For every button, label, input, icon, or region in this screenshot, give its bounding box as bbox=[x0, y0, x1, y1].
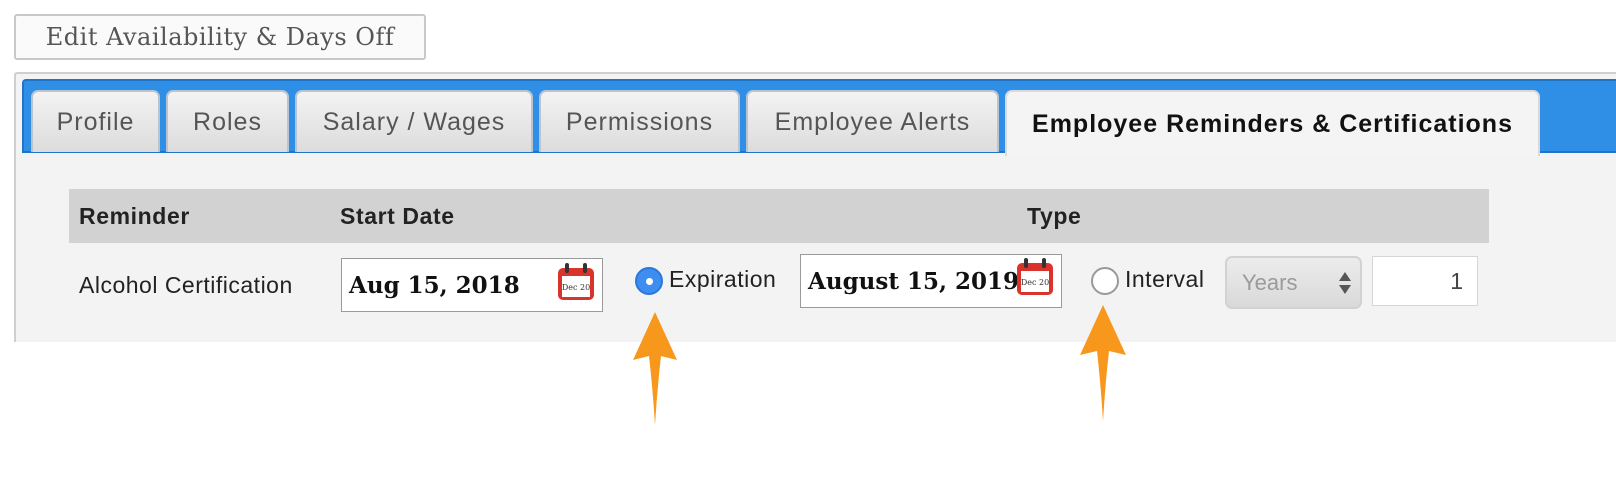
table-header: Reminder Start Date Type bbox=[69, 189, 1489, 243]
calendar-icon[interactable]: Dec 20 bbox=[1015, 257, 1055, 297]
start-date-value: Aug 15, 2018 bbox=[349, 271, 520, 299]
tab-roles[interactable]: Roles bbox=[166, 90, 289, 152]
calendar-icon[interactable]: Dec 20 bbox=[556, 262, 596, 302]
tab-salary-wages[interactable]: Salary / Wages bbox=[295, 90, 533, 152]
column-header-type: Type bbox=[1027, 203, 1082, 229]
expiration-date-value: August 15, 2019 bbox=[808, 267, 1019, 295]
column-header-reminder: Reminder bbox=[79, 203, 190, 229]
calendar-icon-label: Dec 20 bbox=[1021, 278, 1049, 287]
interval-value: 1 bbox=[1450, 267, 1463, 294]
tab-employee-reminders-certifications[interactable]: Employee Reminders & Certifications bbox=[1005, 90, 1540, 156]
select-arrows-icon bbox=[1339, 272, 1351, 294]
tab-employee-alerts[interactable]: Employee Alerts bbox=[746, 90, 999, 152]
column-header-start-date: Start Date bbox=[340, 203, 455, 229]
expiration-label[interactable]: Expiration bbox=[669, 266, 776, 293]
interval-value-input[interactable]: 1 bbox=[1372, 256, 1478, 306]
interval-unit-select[interactable]: Years bbox=[1225, 256, 1362, 309]
expiration-radio[interactable] bbox=[635, 267, 663, 295]
interval-label[interactable]: Interval bbox=[1125, 266, 1204, 293]
reminder-name: Alcohol Certification bbox=[79, 272, 293, 298]
tab-permissions[interactable]: Permissions bbox=[539, 90, 740, 152]
calendar-icon-label: Dec 20 bbox=[562, 283, 590, 292]
interval-radio[interactable] bbox=[1091, 267, 1119, 295]
tab-profile[interactable]: Profile bbox=[31, 90, 160, 152]
interval-unit-value: Years bbox=[1242, 269, 1298, 295]
annotation-arrow-interval-icon bbox=[1080, 305, 1126, 421]
edit-availability-button[interactable]: Edit Availability & Days Off bbox=[14, 14, 426, 60]
annotation-arrow-expiration-icon bbox=[633, 312, 677, 425]
